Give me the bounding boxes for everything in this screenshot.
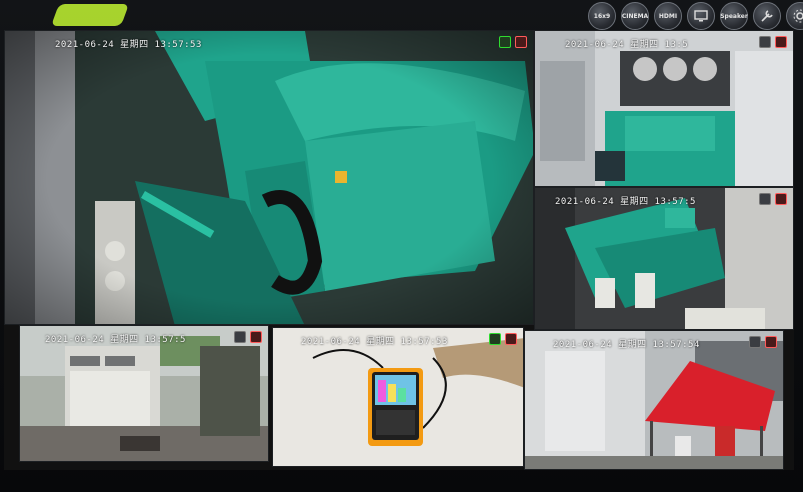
camera-tile-6[interactable]: 2021-06-24 星期四 13:57:54 — [524, 330, 784, 470]
cinema-mode-button[interactable]: CINEMA — [621, 2, 649, 30]
camera-feed-2 — [535, 31, 793, 186]
camera-5-status — [489, 333, 517, 345]
camera-3-timestamp: 2021-06-24 星期四 13:57:5 — [555, 197, 696, 207]
run-status-icon — [499, 36, 511, 48]
camera-feed-3 — [535, 188, 793, 329]
camera-2-timestamp: 2021-06-24 星期四 13:5 — [565, 40, 689, 50]
record-status-icon — [515, 36, 527, 48]
tools-button[interactable] — [753, 2, 781, 30]
run-status-icon — [759, 36, 771, 48]
camera-1-timestamp: 2021-06-24 星期四 13:57:53 — [55, 40, 202, 50]
run-status-icon — [759, 193, 771, 205]
record-status-icon — [250, 331, 262, 343]
camera-2-status — [759, 36, 787, 48]
camera-feed-4 — [20, 326, 268, 461]
speaker-label: Speaker — [720, 12, 748, 20]
settings-button[interactable] — [786, 2, 803, 30]
record-status-icon — [765, 336, 777, 348]
record-status-icon — [505, 333, 517, 345]
hdmi-label: HDMI — [658, 12, 678, 20]
camera-tile-1[interactable]: 2021-06-24 星期四 13:57:53 — [4, 30, 534, 325]
run-status-icon — [489, 333, 501, 345]
tools-icon — [761, 10, 773, 22]
camera-tile-2[interactable]: 2021-06-24 星期四 13:5 — [534, 30, 794, 187]
camera-3-status — [759, 193, 787, 205]
camera-4-timestamp: 2021-06-24 星期四 13:57:5 — [45, 335, 186, 345]
camera-6-timestamp: 2021-06-24 星期四 13:57:54 — [553, 340, 700, 350]
nvr-toolbar: 16x9 CINEMA HDMI Speaker — [588, 2, 803, 32]
camera-tile-3[interactable]: 2021-06-24 星期四 13:57:5 — [534, 187, 794, 330]
cinema-mode-label: CINEMA — [621, 12, 649, 20]
speaker-button[interactable]: Speaker — [720, 2, 748, 30]
display-button[interactable] — [687, 2, 715, 30]
camera-feed-6 — [525, 331, 783, 469]
camera-feed-1 — [5, 31, 533, 324]
camera-1-status — [499, 36, 527, 48]
camera-5-timestamp: 2021-06-24 星期四 13:57:53 — [301, 337, 448, 347]
camera-grid: 2021-06-24 星期四 13:57:53 2021-06-24 星期四 1… — [4, 30, 794, 470]
run-status-icon — [234, 331, 246, 343]
camera-4-status — [234, 331, 262, 343]
camera-6-status — [749, 336, 777, 348]
display-icon — [694, 10, 708, 22]
split-view-button[interactable]: 16x9 — [588, 2, 616, 30]
split-view-label: 16x9 — [593, 12, 611, 20]
record-status-icon — [775, 193, 787, 205]
camera-feed-5 — [273, 328, 523, 466]
hdmi-button[interactable]: HDMI — [654, 2, 682, 30]
camera-tile-4[interactable]: 2021-06-24 星期四 13:57:5 — [19, 325, 269, 462]
run-status-icon — [749, 336, 761, 348]
camera-tile-5[interactable]: 2021-06-24 星期四 13:57:53 — [272, 327, 524, 467]
record-status-icon — [775, 36, 787, 48]
screen-glare — [50, 4, 130, 26]
settings-icon — [793, 9, 803, 23]
